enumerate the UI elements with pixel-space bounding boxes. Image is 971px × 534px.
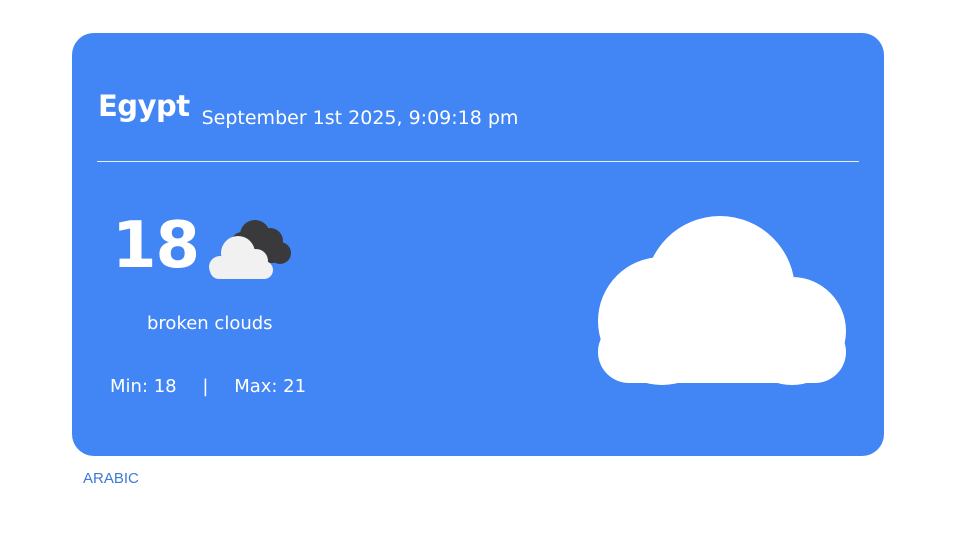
weather-description: broken clouds [147,313,273,334]
min-temperature: Min: 18 [110,376,177,397]
max-temperature: Max: 21 [234,376,307,397]
min-max-separator: | [202,376,209,397]
min-max-temperature: Min: 18 | Max: 21 [110,376,306,397]
temperature-value: 18 [112,209,200,283]
weather-card: Egypt September 1st 2025, 9:09:18 pm 18 … [72,33,884,456]
cloud-icon [598,216,846,385]
broken-clouds-icon [209,220,291,279]
card-header: Egypt September 1st 2025, 9:09:18 pm [98,89,518,129]
language-link[interactable]: ARABIC [83,470,139,487]
city-name: Egypt [98,89,190,123]
date-time: September 1st 2025, 9:09:18 pm [201,107,519,129]
header-divider [97,161,859,162]
